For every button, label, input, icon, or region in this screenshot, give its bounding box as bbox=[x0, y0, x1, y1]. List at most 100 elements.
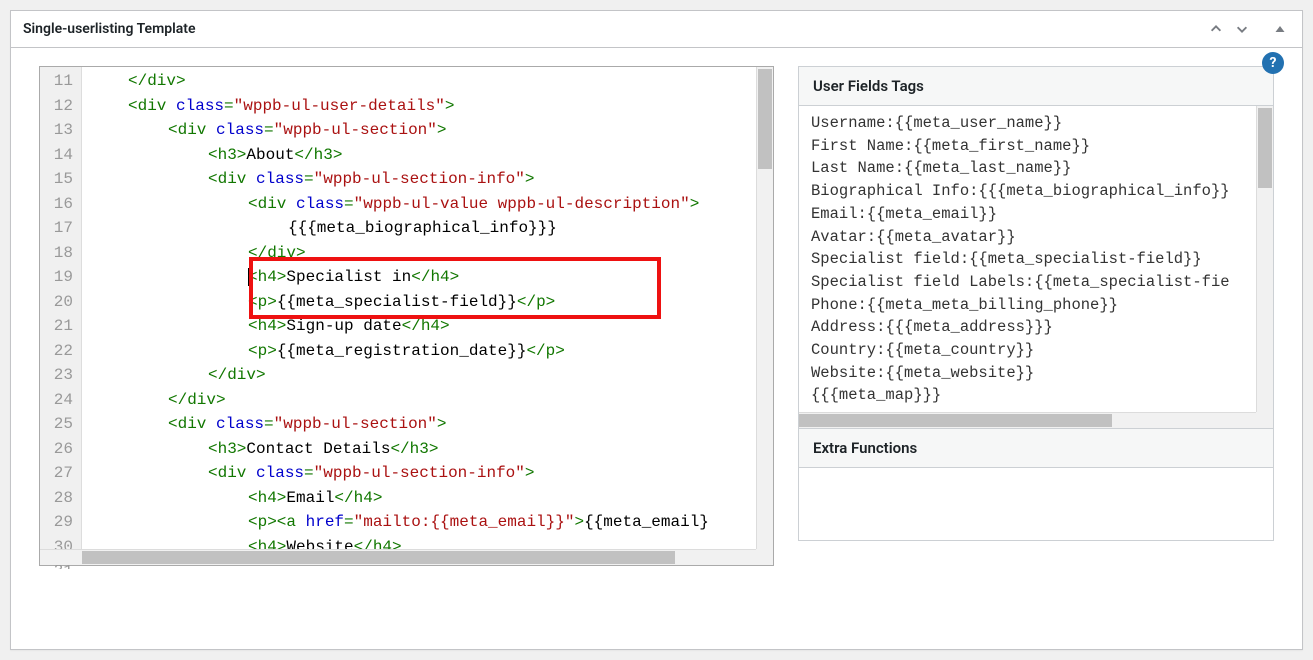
code-token-tag: = bbox=[344, 513, 354, 531]
code-token-tag: > bbox=[437, 121, 447, 139]
columns-layout: 1112131415161718192021222324252627282930… bbox=[39, 66, 1274, 627]
extra-functions-panel: Extra Functions bbox=[798, 428, 1274, 541]
code-token-tag: <p> bbox=[248, 293, 277, 311]
user-field-tag[interactable]: Last Name:{{meta_last_name}} bbox=[811, 157, 1261, 180]
line-number-gutter: 1112131415161718192021222324252627282930… bbox=[40, 67, 82, 565]
code-token-attrname: class bbox=[216, 121, 264, 139]
code-line[interactable]: </div> bbox=[88, 363, 767, 388]
code-token-tag: <h3> bbox=[208, 440, 246, 458]
code-token-tag: <p><a bbox=[248, 513, 306, 531]
sidebar-column: User Fields Tags Username:{{meta_user_na… bbox=[798, 66, 1274, 627]
tags-vertical-scrollbar[interactable] bbox=[1256, 106, 1273, 412]
code-token-text: Sign-up date bbox=[286, 317, 401, 335]
user-field-tag[interactable]: Specialist field:{{meta_specialist-field… bbox=[811, 248, 1261, 271]
code-token-tag: = bbox=[344, 195, 354, 213]
code-editor[interactable]: 1112131415161718192021222324252627282930… bbox=[39, 66, 774, 566]
code-token-attrval: "wppb-ul-section-info" bbox=[314, 464, 525, 482]
code-token-tag: </div> bbox=[128, 72, 186, 90]
editor-vertical-scrollbar[interactable] bbox=[756, 67, 773, 549]
code-line[interactable]: <h3>About</h3> bbox=[88, 143, 767, 168]
user-fields-tags-panel: User Fields Tags Username:{{meta_user_na… bbox=[798, 66, 1274, 429]
code-line[interactable]: </div> bbox=[88, 388, 767, 413]
code-token-attrname: class bbox=[296, 195, 344, 213]
user-field-tag[interactable]: Phone:{{meta_meta_billing_phone}} bbox=[811, 294, 1261, 317]
user-fields-tags-body[interactable]: Username:{{meta_user_name}}First Name:{{… bbox=[799, 106, 1273, 428]
code-line[interactable]: </div> bbox=[88, 241, 767, 266]
code-line[interactable]: {{{meta_biographical_info}}} bbox=[88, 216, 767, 241]
code-token-tag: </p> bbox=[517, 293, 555, 311]
code-token-text: {{meta_email} bbox=[584, 513, 709, 531]
user-field-tag[interactable]: Avatar:{{meta_avatar}} bbox=[811, 226, 1261, 249]
code-line[interactable]: <h3>Contact Details</h3> bbox=[88, 437, 767, 462]
code-token-attrname: href bbox=[306, 513, 344, 531]
code-token-text: {{meta_registration_date}} bbox=[277, 342, 527, 360]
code-token-text: About bbox=[246, 146, 294, 164]
editor-horizontal-scrollbar[interactable] bbox=[40, 549, 773, 565]
code-token-attrname: class bbox=[256, 170, 304, 188]
code-line[interactable]: <div class="wppb-ul-value wppb-ul-descri… bbox=[88, 192, 767, 217]
user-fields-tags-header[interactable]: User Fields Tags bbox=[799, 67, 1273, 106]
help-icon[interactable]: ? bbox=[1262, 52, 1284, 74]
code-area[interactable]: </div><div class="wppb-ul-user-details">… bbox=[82, 67, 773, 565]
code-line[interactable]: <h4>Specialist in</h4> bbox=[88, 265, 767, 290]
tags-horizontal-scroll-thumb[interactable] bbox=[799, 414, 1112, 427]
line-number: 15 bbox=[44, 167, 73, 192]
code-line[interactable]: <p>{{meta_specialist-field}}</p> bbox=[88, 290, 767, 315]
scroll-corner bbox=[756, 549, 773, 565]
move-down-icon[interactable] bbox=[1232, 19, 1252, 39]
code-line[interactable]: <p><a href="mailto:{{meta_email}}">{{met… bbox=[88, 510, 767, 535]
code-token-tag: </div> bbox=[208, 366, 266, 384]
code-token-tag: </p> bbox=[526, 342, 564, 360]
code-token-tag: <p> bbox=[248, 342, 277, 360]
user-field-tag[interactable]: Specialist field Labels:{{meta_specialis… bbox=[811, 271, 1261, 294]
line-number: 22 bbox=[44, 339, 73, 364]
line-number: 20 bbox=[44, 290, 73, 315]
template-panel: Single-userlisting Template ? 1112131415… bbox=[10, 10, 1303, 650]
code-token-attrval: "wppb-ul-section-info" bbox=[314, 170, 525, 188]
editor-horizontal-scroll-thumb[interactable] bbox=[82, 551, 675, 564]
code-token-tag: = bbox=[264, 121, 274, 139]
user-field-tag[interactable]: First Name:{{meta_first_name}} bbox=[811, 135, 1261, 158]
user-field-tag[interactable]: {{{meta_map}}} bbox=[811, 384, 1261, 407]
code-token-tag: <div bbox=[208, 464, 256, 482]
user-field-tag[interactable]: Biographical Info:{{{meta_biographical_i… bbox=[811, 180, 1261, 203]
code-token-tag: </div> bbox=[248, 244, 306, 262]
user-field-tag[interactable]: Address:{{{meta_address}}} bbox=[811, 316, 1261, 339]
code-token-tag: = bbox=[304, 464, 314, 482]
code-token-attrval: "wppb-ul-value wppb-ul-description" bbox=[354, 195, 690, 213]
code-token-tag: > bbox=[574, 513, 584, 531]
line-number: 14 bbox=[44, 143, 73, 168]
code-token-attrval: "wppb-ul-user-details" bbox=[234, 97, 445, 115]
user-field-tag[interactable]: Website:{{meta_website}} bbox=[811, 362, 1261, 385]
code-token-tag: <h3> bbox=[208, 146, 246, 164]
code-token-tag: = bbox=[224, 97, 234, 115]
code-token-tag: <h4> bbox=[248, 268, 286, 286]
code-line[interactable]: <div class="wppb-ul-section-info"> bbox=[88, 167, 767, 192]
code-token-tag: > bbox=[437, 415, 447, 433]
panel-header-controls bbox=[1206, 19, 1290, 39]
user-field-tag[interactable]: Email:{{meta_email}} bbox=[811, 203, 1261, 226]
code-line[interactable]: <div class="wppb-ul-section-info"> bbox=[88, 461, 767, 486]
panel-title: Single-userlisting Template bbox=[23, 21, 1206, 37]
code-line[interactable]: <div class="wppb-ul-user-details"> bbox=[88, 94, 767, 119]
code-token-tag: > bbox=[525, 170, 535, 188]
code-token-tag: <div bbox=[168, 415, 216, 433]
code-token-attrname: class bbox=[256, 464, 304, 482]
code-token-tag: </h4> bbox=[334, 489, 382, 507]
collapse-panel-icon[interactable] bbox=[1270, 19, 1290, 39]
code-line[interactable]: <div class="wppb-ul-section"> bbox=[88, 412, 767, 437]
code-line[interactable]: <h4>Sign-up date</h4> bbox=[88, 314, 767, 339]
editor-vertical-scroll-thumb[interactable] bbox=[758, 69, 772, 169]
code-line[interactable]: <p>{{meta_registration_date}}</p> bbox=[88, 339, 767, 364]
extra-functions-body bbox=[799, 468, 1273, 540]
tags-vertical-scroll-thumb[interactable] bbox=[1258, 108, 1272, 188]
tags-horizontal-scrollbar[interactable] bbox=[799, 412, 1273, 428]
user-field-tag[interactable]: Username:{{meta_user_name}} bbox=[811, 112, 1261, 135]
code-line[interactable]: <div class="wppb-ul-section"> bbox=[88, 118, 767, 143]
user-field-tag[interactable]: Country:{{meta_country}} bbox=[811, 339, 1261, 362]
extra-functions-header[interactable]: Extra Functions bbox=[799, 429, 1273, 468]
move-up-icon[interactable] bbox=[1206, 19, 1226, 39]
code-line[interactable]: <h4>Email</h4> bbox=[88, 486, 767, 511]
line-number: 25 bbox=[44, 412, 73, 437]
code-line[interactable]: </div> bbox=[88, 69, 767, 94]
